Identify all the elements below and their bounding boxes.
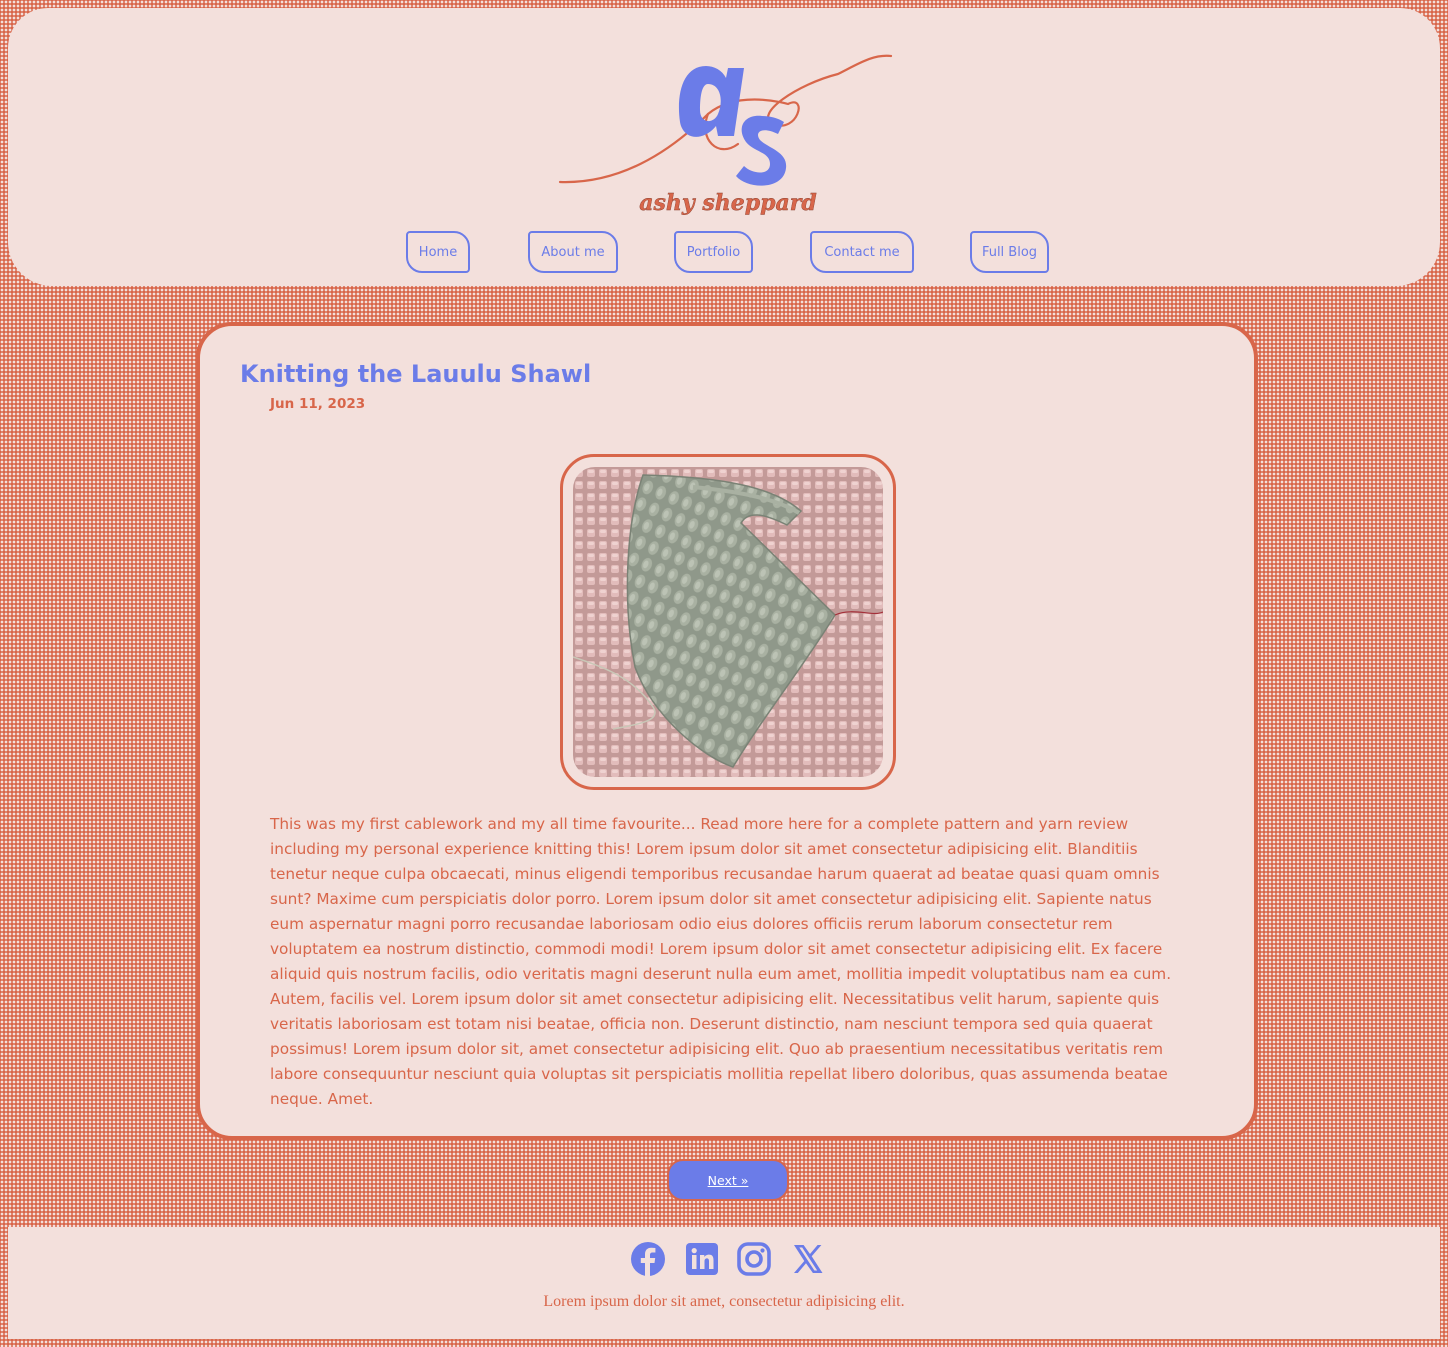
site-footer: Lorem ipsum dolor sit amet, consectetur … — [8, 1227, 1440, 1339]
site-logo[interactable]: ashy sheppard — [548, 44, 900, 224]
next-post-button[interactable]: Next » — [667, 1159, 789, 1201]
nav-home[interactable]: Home — [406, 231, 470, 273]
footer-text: Lorem ipsum dolor sit amet, consectetur … — [543, 1293, 905, 1310]
nav-full-blog[interactable]: Full Blog — [970, 231, 1049, 273]
main-nav: Home About me Portfolio Contact me Full … — [8, 231, 1440, 277]
x-twitter-icon[interactable] — [790, 1241, 826, 1277]
knitted-shawl-photo — [573, 467, 883, 777]
post-body: This was my first cablework and my all t… — [270, 815, 1172, 1108]
nav-portfolio[interactable]: Portfolio — [674, 231, 753, 273]
logo-wordmark: ashy sheppard — [639, 190, 816, 216]
facebook-icon[interactable] — [630, 1241, 666, 1277]
nav-about-me[interactable]: About me — [528, 231, 618, 273]
post-title: Knitting the Lauulu Shawl — [240, 360, 592, 388]
post-image-frame — [560, 454, 896, 790]
blog-post-card: Knitting the Lauulu Shawl Jun 11, 2023 T… — [196, 322, 1258, 1140]
instagram-icon[interactable] — [736, 1241, 772, 1277]
post-date: Jun 11, 2023 — [270, 396, 366, 412]
linkedin-icon[interactable] — [684, 1241, 720, 1277]
site-header: ashy sheppard Home About me Portfolio Co… — [8, 8, 1440, 286]
nav-contact-me[interactable]: Contact me — [810, 231, 914, 273]
